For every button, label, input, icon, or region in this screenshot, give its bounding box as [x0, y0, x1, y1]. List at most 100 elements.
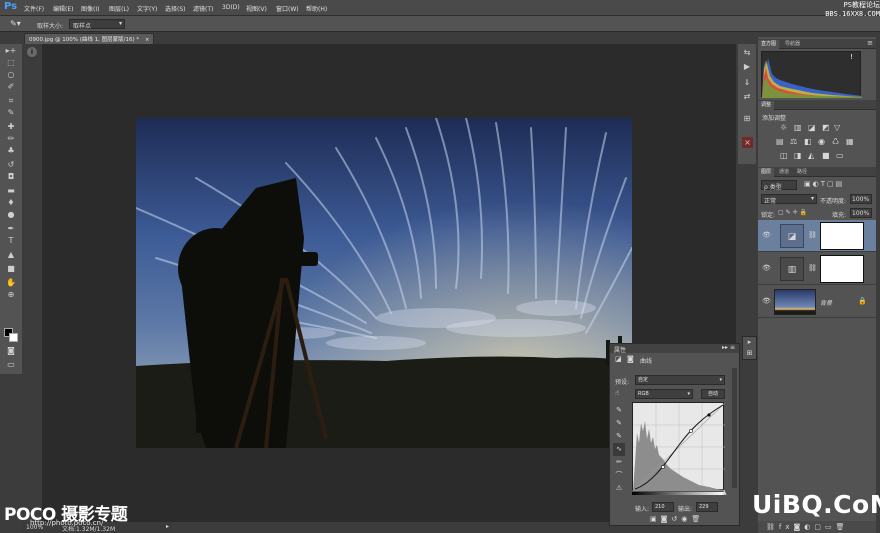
- menu-type[interactable]: 文字(Y): [137, 4, 157, 13]
- layer-kind-filter[interactable]: ρ 类型: [761, 180, 797, 191]
- white-point-eyedropper-icon[interactable]: ✎: [613, 430, 625, 443]
- output-field[interactable]: 229: [696, 502, 718, 512]
- gradient-map-icon[interactable]: ▭: [836, 151, 844, 160]
- mask-link-icon[interactable]: ⛓: [808, 264, 817, 272]
- smooth-curve-icon[interactable]: ⌒: [613, 469, 625, 482]
- eraser-tool-icon[interactable]: ◘: [4, 172, 18, 182]
- shape-tool-icon[interactable]: ■: [4, 264, 18, 274]
- auto-button[interactable]: 自动: [701, 389, 725, 399]
- layer-row-levels[interactable]: 👁 ▥ ⛓: [758, 253, 876, 285]
- close-panel-icon[interactable]: ×: [742, 137, 753, 148]
- color-lookup-icon[interactable]: ▦: [846, 137, 854, 146]
- marquee-tool-icon[interactable]: ⬚: [4, 58, 18, 68]
- photo-canvas[interactable]: [136, 118, 632, 448]
- visibility-eye-icon[interactable]: 👁: [762, 297, 771, 305]
- black-white-icon[interactable]: ◧: [804, 137, 812, 146]
- visibility-eye-icon[interactable]: 👁: [762, 264, 771, 272]
- properties-side-icon[interactable]: ▸ ⊞: [742, 336, 757, 360]
- quick-mask-icon[interactable]: ◙: [4, 346, 18, 356]
- move-tool-icon[interactable]: ▸+: [4, 46, 18, 56]
- document-tab[interactable]: 0900.jpg @ 100% (曲线 1, 图层蒙版/16) * ×: [24, 33, 155, 44]
- layer-row-background[interactable]: 👁 背景 🔒: [758, 286, 876, 318]
- posterize-icon[interactable]: ◨: [794, 151, 802, 160]
- history-brush-icon[interactable]: ↺: [4, 160, 18, 170]
- color-balance-icon[interactable]: ⚖: [790, 137, 797, 146]
- type-tool-icon[interactable]: T: [4, 236, 18, 246]
- blend-mode-select[interactable]: 正常 ▾: [761, 194, 817, 205]
- tab-adjustments[interactable]: 调整: [758, 101, 775, 110]
- background-color-swatch[interactable]: [9, 333, 18, 342]
- stamp-tool-icon[interactable]: ♣: [4, 146, 18, 156]
- tab-paths[interactable]: 路径: [794, 168, 810, 177]
- edit-points-curve-icon[interactable]: ∿: [613, 443, 625, 456]
- channel-select[interactable]: RGB ▾: [635, 389, 693, 399]
- crop-tool-icon[interactable]: ⌗: [4, 96, 18, 106]
- hand-tool-icon[interactable]: ✋: [4, 278, 18, 288]
- preset-select[interactable]: 自定 ▾: [635, 375, 725, 385]
- sample-size-select[interactable]: 取样点 ▾: [69, 19, 125, 30]
- threshold-icon[interactable]: ◭: [808, 151, 814, 160]
- histogram-warning-icon[interactable]: !: [850, 53, 853, 61]
- levels-icon[interactable]: ▥: [794, 123, 802, 132]
- gray-point-eyedropper-icon[interactable]: ✎: [613, 417, 625, 430]
- close-icon[interactable]: ×: [145, 37, 150, 43]
- zoom-tool-icon[interactable]: ⊕: [4, 290, 18, 300]
- layer-row-curves[interactable]: 👁 ◪ ⛓: [758, 220, 876, 252]
- clone-source-icon[interactable]: ⊞: [740, 114, 754, 124]
- status-menu-arrow-icon[interactable]: ▸: [166, 523, 169, 530]
- brush-tool-icon[interactable]: ✏: [4, 134, 18, 144]
- blur-tool-icon[interactable]: ♦: [4, 198, 18, 208]
- properties-scrollbar[interactable]: [732, 368, 737, 488]
- exposure-icon[interactable]: ◩: [822, 123, 830, 132]
- gradient-tool-icon[interactable]: ▬: [4, 186, 18, 196]
- actions-play-icon[interactable]: ▶: [740, 62, 754, 72]
- menu-view[interactable]: 视图(V): [246, 4, 267, 13]
- vibrance-icon[interactable]: ▽: [834, 123, 840, 132]
- curves-graph[interactable]: [632, 402, 726, 492]
- eyedropper-icon[interactable]: ✎: [4, 108, 18, 118]
- input-field[interactable]: 210: [652, 502, 674, 512]
- on-image-adjust-icon[interactable]: ☝: [615, 389, 619, 397]
- pen-tool-icon[interactable]: ✒: [4, 224, 18, 234]
- screen-mode-icon[interactable]: ▭: [4, 360, 18, 370]
- menu-help[interactable]: 帮助(H): [306, 4, 327, 13]
- layers-bottom-toolbar[interactable]: ⛓fx◙◐▢▭🗑: [758, 521, 876, 533]
- menu-select[interactable]: 选择(S): [165, 4, 186, 13]
- menu-layer[interactable]: 图层(L): [109, 4, 129, 13]
- lock-icons[interactable]: ▢✎✛🔒: [778, 209, 809, 216]
- healing-brush-icon[interactable]: ✚: [4, 122, 18, 132]
- panel-collapse-icon[interactable]: ▸▸ ≡: [722, 344, 735, 351]
- curves-icon[interactable]: ◪: [808, 123, 816, 132]
- brightness-icon[interactable]: ☼: [780, 123, 787, 132]
- history-panel-icon[interactable]: ⇆: [740, 48, 754, 58]
- white-slider-icon[interactable]: ▲: [722, 489, 727, 496]
- info-icon[interactable]: i: [27, 47, 37, 57]
- menu-image[interactable]: 图像(I): [81, 4, 99, 13]
- photo-filter-icon[interactable]: ◉: [818, 137, 825, 146]
- layer-filter-icons[interactable]: ▣◐T▢▤: [804, 180, 844, 188]
- menu-window[interactable]: 窗口(W): [276, 4, 299, 13]
- path-select-icon[interactable]: ▲: [4, 250, 18, 260]
- tab-navigator[interactable]: 导航器: [782, 40, 803, 49]
- hue-saturation-icon[interactable]: ▤: [776, 137, 784, 146]
- selective-color-icon[interactable]: ■: [822, 151, 830, 160]
- properties-bottom-toolbar[interactable]: ▣◙↺◉🗑: [650, 515, 735, 524]
- layer-mask-thumbnail[interactable]: [820, 255, 864, 283]
- clipping-warning-icon[interactable]: ⚠: [613, 482, 625, 495]
- brush-presets-icon[interactable]: ⇄: [740, 92, 754, 102]
- menu-filter[interactable]: 滤镜(T): [193, 4, 213, 13]
- dodge-tool-icon[interactable]: ●: [4, 210, 18, 220]
- tab-layers[interactable]: 图层: [758, 168, 775, 177]
- tool-presets-icon[interactable]: ⇓: [740, 78, 754, 88]
- lasso-tool-icon[interactable]: ○: [4, 70, 18, 80]
- eyedropper-tool-icon[interactable]: ✎▾: [10, 19, 21, 28]
- channel-mixer-icon[interactable]: ♺: [832, 137, 839, 146]
- menu-3d[interactable]: 3D(D): [222, 4, 240, 11]
- invert-icon[interactable]: ◫: [780, 151, 788, 160]
- menu-edit[interactable]: 编辑(E): [53, 4, 73, 13]
- black-point-eyedropper-icon[interactable]: ✎: [613, 404, 625, 417]
- opacity-input[interactable]: 100%: [850, 194, 872, 204]
- tab-histogram[interactable]: 直方图: [758, 40, 780, 49]
- background-layer-name[interactable]: 背景: [820, 298, 832, 307]
- mask-panel-icon[interactable]: ◙: [627, 355, 634, 363]
